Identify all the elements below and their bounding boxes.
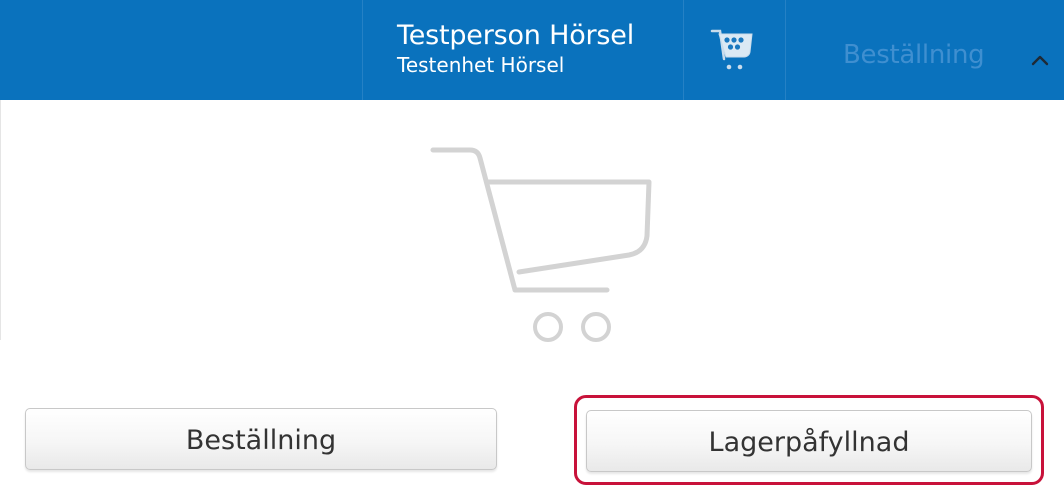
shopping-cart-icon[interactable] [709,25,759,77]
header-divider [785,0,786,100]
chevron-up-icon[interactable] [1025,45,1055,75]
order-nav-link[interactable]: Beställning [843,40,985,70]
header-divider [683,0,684,100]
restock-button[interactable]: Lagerpåfyllnad [586,410,1032,472]
empty-shopping-cart-icon [425,140,665,360]
left-border [0,100,1,340]
user-info: Testperson Hörsel Testenhet Hörsel [397,20,634,77]
unit-name: Testenhet Hörsel [397,53,565,77]
user-name: Testperson Hörsel [397,20,635,51]
order-button[interactable]: Beställning [25,408,497,470]
top-bar: Testperson Hörsel Testenhet Hörsel Bestä… [0,0,1064,100]
header-divider [362,0,363,100]
